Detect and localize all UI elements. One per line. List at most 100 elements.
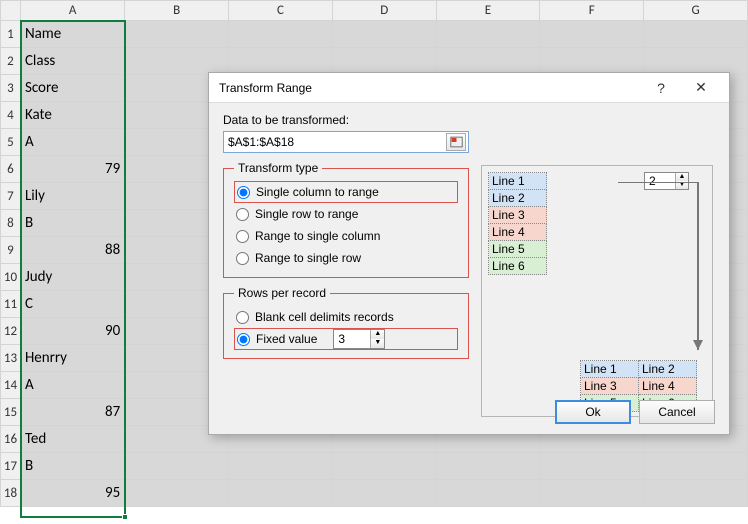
help-button[interactable]: ? [641, 74, 681, 102]
radio-range2col[interactable] [236, 230, 249, 243]
spin-down-icon[interactable]: ▼ [676, 181, 688, 189]
cell[interactable] [644, 48, 748, 75]
spin-up-icon[interactable]: ▲ [371, 330, 384, 339]
row-header-14[interactable]: 14 [1, 372, 21, 399]
cell[interactable] [229, 480, 333, 507]
row-header-16[interactable]: 16 [1, 426, 21, 453]
preview-res-cell: Line 2 [639, 361, 697, 378]
preview-src-cell: Line 2 [489, 190, 547, 207]
range-picker-button[interactable] [446, 133, 466, 151]
radio-blank[interactable] [236, 311, 249, 324]
cell[interactable] [332, 480, 436, 507]
row-header-4[interactable]: 4 [1, 102, 21, 129]
row-header-11[interactable]: 11 [1, 291, 21, 318]
cell-A5[interactable]: A [20, 129, 124, 156]
cell[interactable] [436, 48, 540, 75]
row-header-6[interactable]: 6 [1, 156, 21, 183]
col-header-F[interactable]: F [540, 1, 644, 21]
fixed-value-input[interactable] [334, 330, 370, 348]
cell[interactable] [644, 480, 748, 507]
close-button[interactable]: ✕ [681, 74, 721, 102]
row-header-2[interactable]: 2 [1, 48, 21, 75]
cell[interactable] [436, 21, 540, 48]
cell[interactable] [332, 21, 436, 48]
range-input[interactable] [224, 133, 446, 151]
cell[interactable] [229, 21, 333, 48]
radio-range2row[interactable] [236, 252, 249, 265]
cell[interactable] [436, 453, 540, 480]
row-header-10[interactable]: 10 [1, 264, 21, 291]
cell-A10[interactable]: Judy [20, 264, 124, 291]
col-header-B[interactable]: B [125, 1, 229, 21]
cell[interactable] [540, 21, 644, 48]
col-header-G[interactable]: G [644, 1, 748, 21]
cell-A3[interactable]: Score [20, 75, 124, 102]
opt-single-col-to-range[interactable]: Single column to range [234, 181, 458, 203]
radio-col2range[interactable] [237, 186, 250, 199]
row-header-5[interactable]: 5 [1, 129, 21, 156]
radio-row2range[interactable] [236, 208, 249, 221]
cell[interactable] [644, 21, 748, 48]
row-header-12[interactable]: 12 [1, 318, 21, 345]
row-header-17[interactable]: 17 [1, 453, 21, 480]
cell-A11[interactable]: C [20, 291, 124, 318]
cell-A2[interactable]: Class [20, 48, 124, 75]
preview-spin-input[interactable] [645, 173, 675, 189]
col-header-D[interactable]: D [332, 1, 436, 21]
cell-A16[interactable]: Ted [20, 426, 124, 453]
cell-A14[interactable]: A [20, 372, 124, 399]
ok-button[interactable]: Ok [555, 400, 631, 424]
cell-A12[interactable]: 90 [20, 318, 124, 345]
col-header-E[interactable]: E [436, 1, 540, 21]
cancel-button[interactable]: Cancel [639, 400, 715, 424]
cell[interactable] [125, 480, 229, 507]
cell-A9[interactable]: 88 [20, 237, 124, 264]
cell[interactable] [229, 453, 333, 480]
spin-down-icon[interactable]: ▼ [371, 339, 384, 348]
cell[interactable] [540, 48, 644, 75]
transform-type-group: Transform type Single column to range Si… [223, 161, 469, 278]
cell-A6[interactable]: 79 [20, 156, 124, 183]
cell-A1[interactable]: Name [20, 21, 124, 48]
opt-range-to-col[interactable]: Range to single column [234, 225, 458, 247]
spin-up-icon[interactable]: ▲ [676, 173, 688, 181]
cell[interactable] [125, 21, 229, 48]
opt-range-to-row[interactable]: Range to single row [234, 247, 458, 269]
row-header-7[interactable]: 7 [1, 183, 21, 210]
dialog-titlebar[interactable]: Transform Range ? ✕ [209, 73, 729, 103]
cell-A7[interactable]: Lily [20, 183, 124, 210]
row-header-3[interactable]: 3 [1, 75, 21, 102]
cell[interactable] [540, 480, 644, 507]
cell-A4[interactable]: Kate [20, 102, 124, 129]
preview-spinner[interactable]: ▲ ▼ [644, 172, 689, 190]
row-header-9[interactable]: 9 [1, 237, 21, 264]
cell[interactable] [436, 480, 540, 507]
cell-A15[interactable]: 87 [20, 399, 124, 426]
selection-handle[interactable] [122, 514, 128, 520]
cell-A8[interactable]: B [20, 210, 124, 237]
cell[interactable] [332, 453, 436, 480]
radio-fixed[interactable] [237, 333, 250, 346]
opt-blank-delimits[interactable]: Blank cell delimits records [234, 306, 458, 328]
select-all-corner[interactable] [1, 1, 21, 21]
fixed-value-spinner[interactable]: ▲ ▼ [333, 329, 385, 349]
row-header-13[interactable]: 13 [1, 345, 21, 372]
row-header-18[interactable]: 18 [1, 480, 21, 507]
cell[interactable] [540, 453, 644, 480]
col-header-C[interactable]: C [229, 1, 333, 21]
row-header-8[interactable]: 8 [1, 210, 21, 237]
cell[interactable] [229, 48, 333, 75]
cell-A18[interactable]: 95 [20, 480, 124, 507]
row-header-1[interactable]: 1 [1, 21, 21, 48]
opt-single-row-to-range[interactable]: Single row to range [234, 203, 458, 225]
cell[interactable] [125, 453, 229, 480]
cell[interactable] [332, 48, 436, 75]
opt-fixed-value[interactable]: Fixed value ▲ ▼ [234, 328, 458, 350]
cell[interactable] [644, 453, 748, 480]
rows-per-record-group: Rows per record Blank cell delimits reco… [223, 286, 469, 359]
cell[interactable] [125, 48, 229, 75]
col-header-A[interactable]: A [20, 1, 124, 21]
cell-A17[interactable]: B [20, 453, 124, 480]
row-header-15[interactable]: 15 [1, 399, 21, 426]
cell-A13[interactable]: Henrry [20, 345, 124, 372]
